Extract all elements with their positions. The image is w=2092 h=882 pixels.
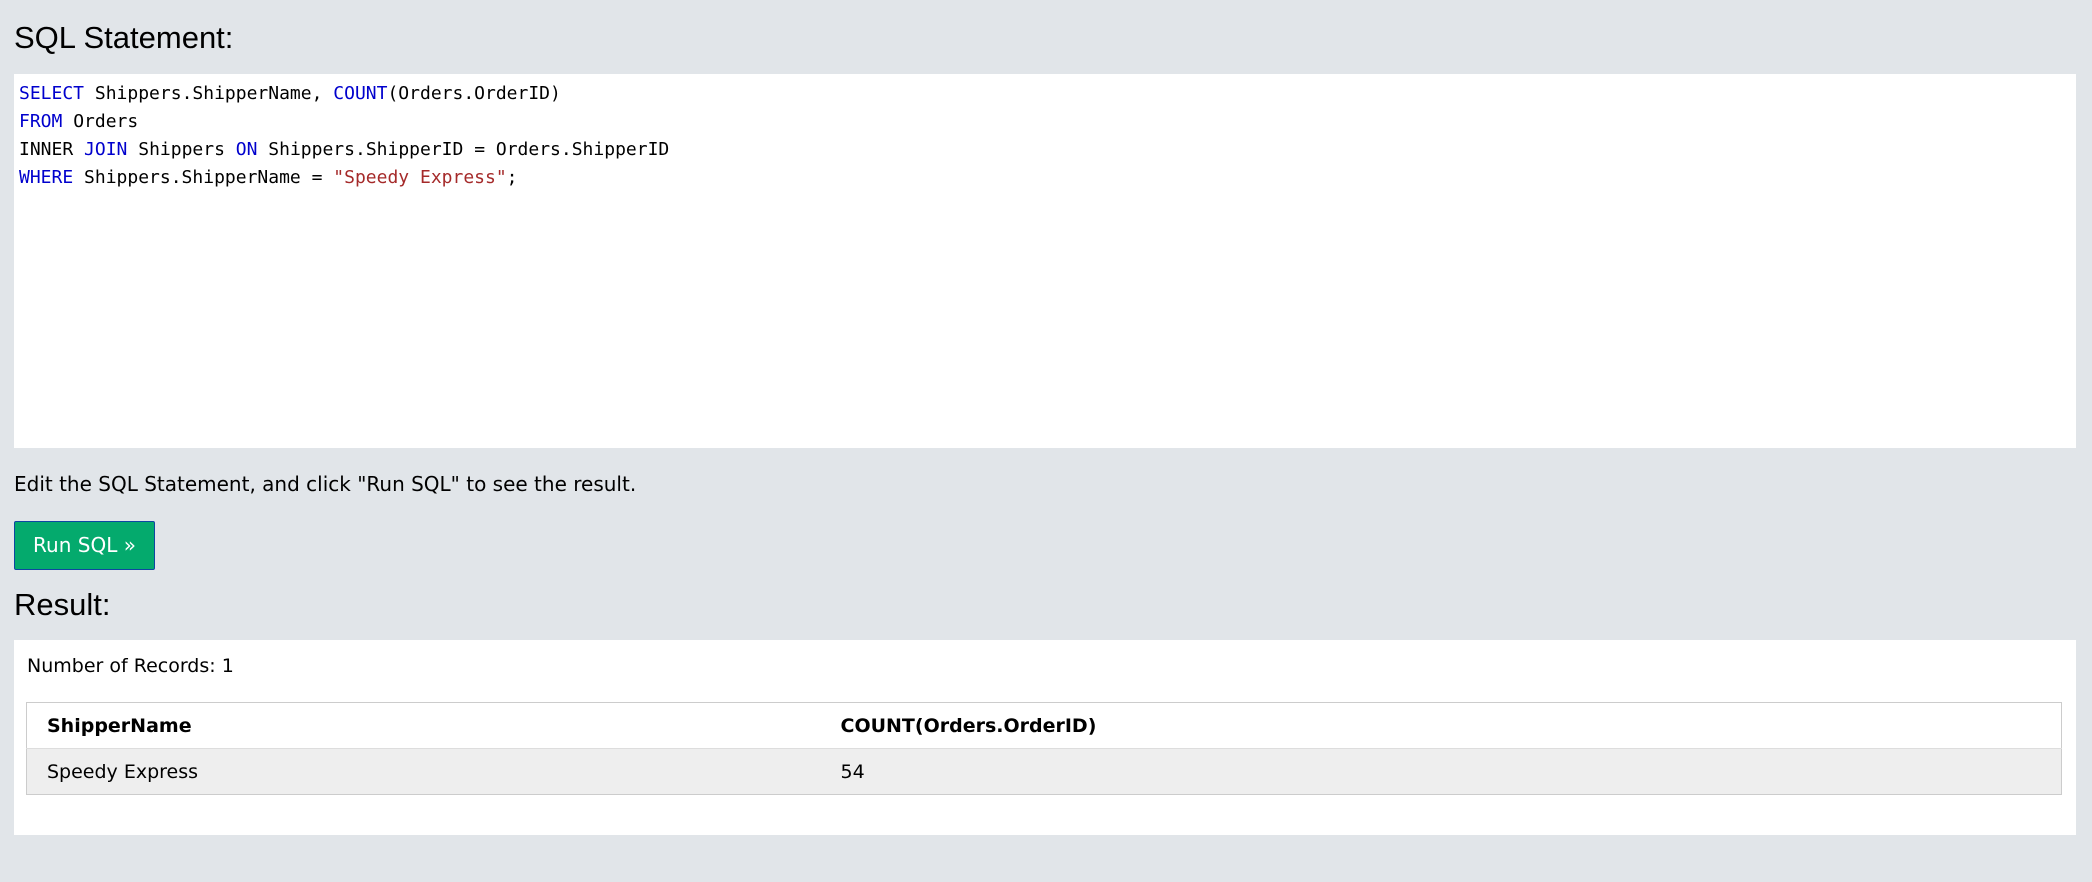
- sql-text: Orders: [62, 111, 139, 132]
- sql-string: "Speedy Express": [333, 167, 507, 188]
- column-header: ShipperName: [26, 702, 821, 749]
- sql-code-editor[interactable]: SELECT Shippers.ShipperName, COUNT(Order…: [14, 74, 2076, 448]
- instruction-text: Edit the SQL Statement, and click "Run S…: [14, 472, 637, 496]
- sql-text: Shippers.ShipperName,: [84, 83, 334, 104]
- sql-text: Shippers.ShipperID = Orders.ShipperID: [257, 139, 670, 160]
- result-heading: Result:: [14, 587, 111, 622]
- sql-keyword: COUNT: [333, 83, 388, 104]
- table-header-row: ShipperName COUNT(Orders.OrderID): [26, 702, 2062, 749]
- sql-text: (Orders.OrderID): [387, 83, 561, 104]
- run-sql-button[interactable]: Run SQL »: [14, 521, 155, 570]
- sql-keyword: JOIN: [84, 139, 128, 160]
- sql-keyword: FROM: [19, 111, 63, 132]
- code-line: FROM Orders: [19, 108, 2071, 136]
- sql-text: Shippers: [127, 139, 236, 160]
- column-header: COUNT(Orders.OrderID): [820, 702, 2062, 749]
- sql-text: ;: [506, 167, 518, 188]
- code-line: INNER JOIN Shippers ON Shippers.ShipperI…: [19, 136, 2071, 164]
- record-count: Number of Records: 1: [27, 655, 234, 677]
- code-line: SELECT Shippers.ShipperName, COUNT(Order…: [19, 80, 2071, 108]
- sql-keyword: SELECT: [19, 83, 85, 104]
- code-line: WHERE Shippers.ShipperName = "Speedy Exp…: [19, 164, 2071, 192]
- sql-text: INNER: [19, 139, 85, 160]
- sql-statement-heading: SQL Statement:: [14, 20, 234, 55]
- sql-keyword: WHERE: [19, 167, 74, 188]
- table-cell: 54: [820, 748, 2062, 795]
- sql-text: Shippers.ShipperName =: [73, 167, 334, 188]
- table-cell: Speedy Express: [26, 748, 821, 795]
- sql-keyword: ON: [235, 139, 258, 160]
- result-table: ShipperName COUNT(Orders.OrderID) Speedy…: [26, 702, 2062, 795]
- table-row: Speedy Express 54: [26, 748, 2062, 795]
- result-panel: Number of Records: 1 ShipperName COUNT(O…: [14, 640, 2076, 835]
